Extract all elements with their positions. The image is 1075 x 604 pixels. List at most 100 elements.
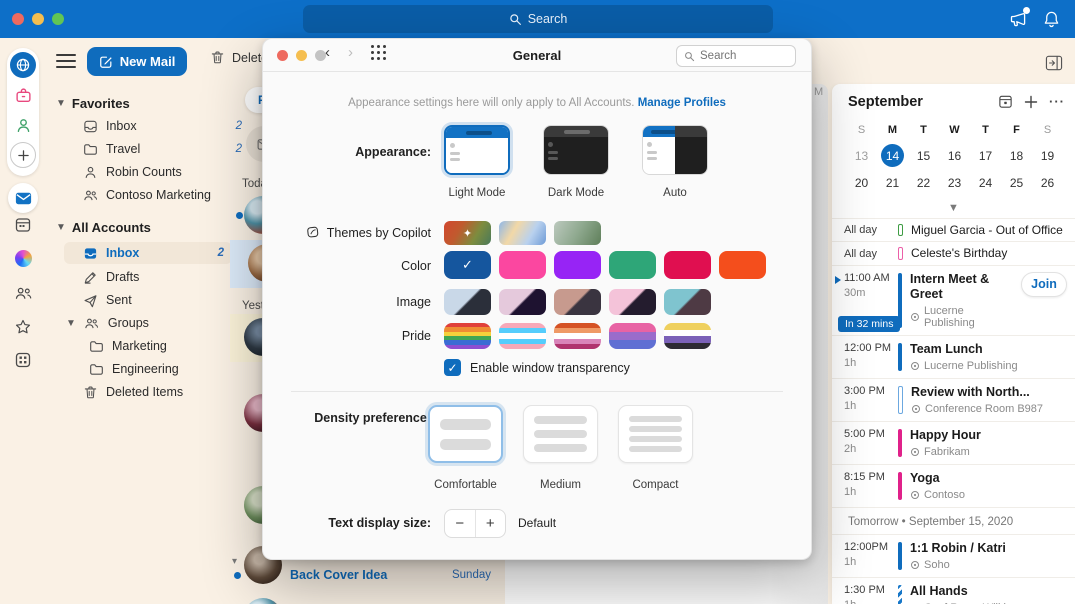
color-swatch[interactable]: ✓ [719, 251, 766, 279]
sidebar-item-travel[interactable]: Travel 2 [82, 138, 250, 160]
increase-text-size-button[interactable]: + [476, 510, 506, 537]
appearance-option-light[interactable]: Light Mode [444, 125, 510, 199]
day-cell[interactable]: 13 [846, 142, 877, 169]
current-event-marker-icon [835, 276, 841, 284]
scope-notice: Appearance settings here will only apply… [263, 97, 811, 109]
sidebar-item-contoso-marketing[interactable]: Contoso Marketing [82, 184, 250, 206]
agenda-event[interactable]: 12:00 PM 1h Team Lunch Lucerne Publishin… [832, 335, 1075, 378]
account-globe-icon[interactable] [10, 52, 36, 78]
agenda-event[interactable]: 5:00 PM 2h Happy Hour Fabrikam [832, 421, 1075, 464]
color-swatch[interactable]: ✓ [499, 251, 546, 279]
agenda-event[interactable]: 8:15 PM 1h Yoga Contoso [832, 464, 1075, 507]
rail-apps-icon[interactable] [0, 351, 46, 369]
agenda-event[interactable]: All day Celeste's Birthday [832, 241, 1075, 264]
transparency-checkbox[interactable]: ✓ [444, 359, 461, 376]
more-options-icon[interactable]: ··· [1049, 94, 1065, 109]
sidebar-item-inbox-fav[interactable]: Inbox 2 [82, 115, 250, 137]
day-cell[interactable]: 15 [908, 142, 939, 169]
agenda-event[interactable]: 1:30 PM 1h All Hands Conf Room Wilkins [832, 577, 1075, 604]
account-personal-icon[interactable] [10, 112, 36, 138]
day-cell[interactable]: 22 [908, 169, 939, 196]
sidebar-item-inbox-selected[interactable]: Inbox 2 [64, 242, 232, 264]
join-meeting-button[interactable]: Join [1021, 272, 1067, 297]
auto-mode-thumbnail [642, 125, 708, 175]
rail-people-icon[interactable] [0, 284, 46, 303]
all-accounts-section-header[interactable]: ▼ All Accounts [56, 220, 151, 235]
day-cell[interactable]: 24 [970, 169, 1001, 196]
sidebar-item-sent[interactable]: Sent [82, 289, 250, 311]
minimize-window-button[interactable] [32, 13, 44, 25]
sidebar-item-deleted-items[interactable]: Deleted Items [82, 381, 250, 403]
decrease-text-size-button[interactable]: − [445, 510, 476, 537]
pride-flag-swatch[interactable] [499, 323, 546, 349]
new-mail-button[interactable]: New Mail [87, 47, 187, 76]
date-picker-icon[interactable] [998, 94, 1013, 109]
image-theme-swatch[interactable] [554, 289, 601, 315]
day-cell[interactable]: 23 [939, 169, 970, 196]
sidebar-item-groups[interactable]: ▼ Groups [66, 312, 234, 334]
global-search-input[interactable]: Search [303, 5, 773, 33]
sidebar-item-drafts[interactable]: Drafts 2 [82, 266, 250, 288]
day-cell[interactable]: 16 [939, 142, 970, 169]
density-option[interactable]: Compact [618, 405, 693, 491]
bell-icon[interactable] [1042, 10, 1061, 29]
color-swatch[interactable]: ✓ [444, 251, 491, 279]
density-option[interactable]: Medium [523, 405, 598, 491]
event-duration: 1h [844, 486, 896, 498]
day-cell[interactable]: 14 [877, 142, 908, 169]
theme-swatch[interactable] [554, 221, 601, 245]
light-mode-thumbnail [444, 125, 510, 175]
announcements-icon[interactable] [1008, 9, 1028, 29]
favorites-section-header[interactable]: ▼ Favorites [56, 96, 130, 111]
pride-flag-swatch[interactable] [444, 323, 491, 349]
collapse-thread-chevron[interactable]: ▾ [232, 556, 237, 567]
close-window-button[interactable] [12, 13, 24, 25]
manage-profiles-link[interactable]: Manage Profiles [638, 97, 726, 109]
color-swatch[interactable]: ✓ [664, 251, 711, 279]
agenda-event[interactable]: 11:00 AM 30m Intern Meet & Greet Lucerne… [832, 265, 1075, 335]
day-cell[interactable]: 26 [1032, 169, 1063, 196]
agenda-event[interactable]: All day Miguel Garcia - Out of Office [832, 218, 1075, 241]
delete-button[interactable]: Delete [210, 50, 268, 65]
appearance-option-dark[interactable]: Dark Mode [543, 125, 609, 199]
account-work-icon[interactable] [10, 82, 36, 108]
rail-mail-icon[interactable] [8, 183, 38, 213]
pride-flag-swatch[interactable] [664, 323, 711, 349]
day-cell[interactable]: 20 [846, 169, 877, 196]
zoom-window-button[interactable] [52, 13, 64, 25]
message-subject: Back Cover Idea [290, 568, 387, 582]
add-event-icon[interactable] [1024, 95, 1038, 109]
sidebar-item-robin-counts[interactable]: Robin Counts [82, 161, 250, 183]
day-cell[interactable]: 21 [877, 169, 908, 196]
image-theme-swatch[interactable] [664, 289, 711, 315]
day-cell[interactable]: 25 [1001, 169, 1032, 196]
rail-calendar-icon[interactable] [0, 216, 46, 234]
collapse-panel-icon[interactable] [1045, 55, 1063, 71]
hamburger-menu-icon[interactable] [56, 54, 76, 68]
event-time-column: 5:00 PM 2h [844, 428, 896, 455]
density-option[interactable]: Comfortable [428, 405, 503, 491]
image-theme-swatch[interactable] [444, 289, 491, 315]
day-cell[interactable]: 17 [970, 142, 1001, 169]
image-theme-swatch[interactable] [499, 289, 546, 315]
rail-copilot-icon[interactable] [0, 250, 46, 267]
settings-search-field[interactable] [676, 45, 796, 67]
day-cell[interactable]: 18 [1001, 142, 1032, 169]
mini-month-days: 13141516171819 20212223242526 [846, 142, 1063, 196]
agenda-event[interactable]: 12:00PM 1h 1:1 Robin / Katri Soho [832, 534, 1075, 577]
day-cell[interactable]: 19 [1032, 142, 1063, 169]
color-swatch[interactable]: ✓ [554, 251, 601, 279]
agenda-event[interactable]: 3:00 PM 1h Review with North... Conferen… [832, 378, 1075, 421]
color-swatch[interactable]: ✓ [609, 251, 656, 279]
appearance-option-auto[interactable]: Auto [642, 125, 708, 199]
pride-flag-swatch[interactable] [609, 323, 656, 349]
day-header: W [939, 120, 970, 140]
rail-favorites-star-icon[interactable] [0, 318, 46, 336]
image-theme-swatch[interactable] [609, 289, 656, 315]
pride-flag-swatch[interactable] [554, 323, 601, 349]
expand-month-chevron[interactable]: ▼ [832, 202, 1075, 214]
theme-swatch[interactable]: ✦ [444, 221, 491, 245]
settings-search-input[interactable] [700, 50, 785, 62]
add-account-button[interactable] [10, 142, 36, 168]
theme-swatch[interactable] [499, 221, 546, 245]
